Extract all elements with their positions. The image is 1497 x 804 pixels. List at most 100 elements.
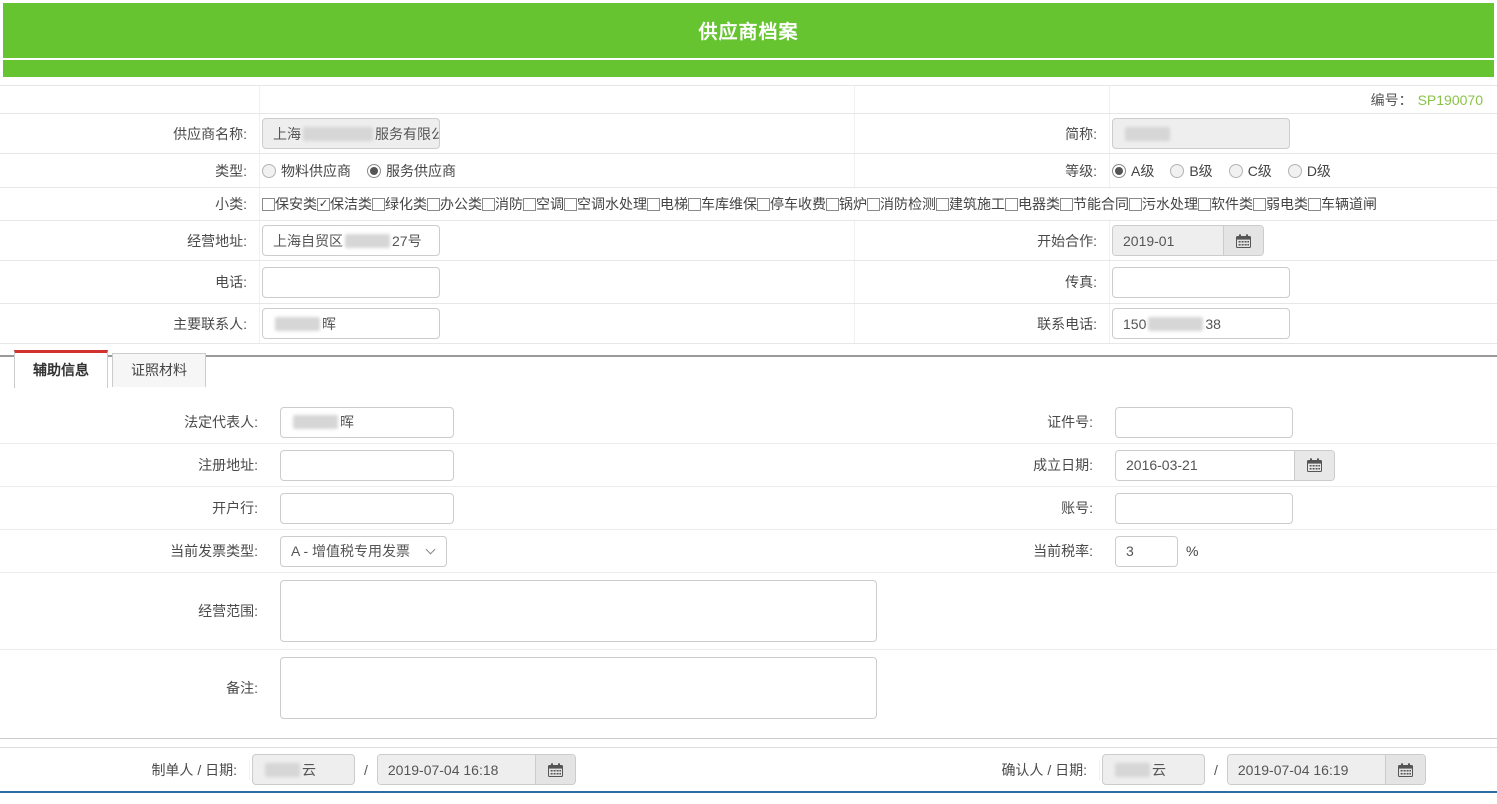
reg-address-input[interactable] xyxy=(280,450,454,481)
checkbox-option[interactable]: 消防检测 xyxy=(867,194,936,214)
invoice-type-select[interactable]: A - 增值税专用发票 xyxy=(280,536,447,567)
checkbox-unchecked-icon[interactable] xyxy=(1308,198,1321,211)
checkbox-option[interactable]: 空调 xyxy=(523,194,564,214)
supplier-name-prefix: 上海 xyxy=(273,124,301,144)
checkbox-unchecked-icon[interactable] xyxy=(523,198,536,211)
business-scope-textarea[interactable] xyxy=(280,580,877,642)
checkbox-option[interactable]: 电梯 xyxy=(647,194,688,214)
checkbox-option[interactable]: 空调水处理 xyxy=(564,194,647,214)
radio-option[interactable]: 物料供应商 xyxy=(262,161,351,181)
radio-option[interactable]: B级 xyxy=(1170,161,1212,181)
tab-strip: 辅助信息 证照材料 xyxy=(0,355,1497,387)
checkbox-option-label: 空调水处理 xyxy=(577,194,647,214)
page-header: 供应商档案 xyxy=(0,0,1497,77)
checkbox-option[interactable]: 停车收费 xyxy=(757,194,826,214)
radio-option[interactable]: 服务供应商 xyxy=(367,161,456,181)
checkbox-unchecked-icon[interactable] xyxy=(757,198,770,211)
checkbox-unchecked-icon[interactable] xyxy=(1253,198,1266,211)
tab-section: 辅助信息 证照材料 法定代表人: 晖 证件号: 注册地址: 成立日期: xyxy=(0,355,1497,739)
radio-option[interactable]: C级 xyxy=(1229,161,1272,181)
chevron-down-icon xyxy=(426,544,436,554)
redacted-text xyxy=(293,415,338,429)
legal-rep-suffix: 晖 xyxy=(340,412,354,432)
tax-rate-input[interactable] xyxy=(1115,536,1178,567)
checkbox-option[interactable]: 电器类 xyxy=(1005,194,1060,214)
checkbox-unchecked-icon[interactable] xyxy=(1129,198,1142,211)
checkbox-option[interactable]: 车库维保 xyxy=(688,194,757,214)
checkbox-option[interactable]: 锅炉 xyxy=(826,194,867,214)
checkbox-option[interactable]: 节能合同 xyxy=(1060,194,1129,214)
checkbox-option[interactable]: 污水处理 xyxy=(1129,194,1198,214)
bank-row: 开户行: 账号: xyxy=(0,487,1497,530)
checkbox-option[interactable]: 弱电类 xyxy=(1253,194,1308,214)
supplier-name-input[interactable]: 上海 服务有限公 xyxy=(262,118,440,149)
checkbox-option[interactable]: 办公类 xyxy=(427,194,482,214)
redacted-text xyxy=(1148,317,1203,331)
invoice-type-value: A - 增值税专用发票 xyxy=(291,541,410,561)
contact-input[interactable]: 晖 xyxy=(262,308,440,339)
supplier-name-label: 供应商名称: xyxy=(0,114,260,153)
radio-option[interactable]: D级 xyxy=(1288,161,1331,181)
radio-unchecked-icon[interactable] xyxy=(262,164,276,178)
calendar-icon[interactable] xyxy=(1385,755,1425,784)
checkbox-unchecked-icon[interactable] xyxy=(1060,198,1073,211)
radio-option[interactable]: A级 xyxy=(1112,161,1154,181)
invoice-type-label: 当前发票类型: xyxy=(0,530,270,572)
coop-start-label: 开始合作: xyxy=(855,221,1110,260)
bank-input[interactable] xyxy=(280,493,454,524)
checkbox-unchecked-icon[interactable] xyxy=(647,198,660,211)
checkbox-unchecked-icon[interactable] xyxy=(482,198,495,211)
checkbox-option[interactable]: 保安类 xyxy=(262,194,317,214)
checkbox-option[interactable]: 建筑施工 xyxy=(936,194,1005,214)
address-input[interactable]: 上海自贸区 27号 xyxy=(262,225,440,256)
calendar-icon[interactable] xyxy=(535,755,575,784)
contact-phone-input[interactable]: 150 38 xyxy=(1112,308,1290,339)
checkbox-unchecked-icon[interactable] xyxy=(1005,198,1018,211)
remark-textarea[interactable] xyxy=(280,657,877,719)
checkbox-option[interactable]: 软件类 xyxy=(1198,194,1253,214)
checkbox-option-label: 空调 xyxy=(536,194,564,214)
phone-input[interactable] xyxy=(262,267,440,298)
radio-checked-icon[interactable] xyxy=(1112,164,1126,178)
cert-no-input[interactable] xyxy=(1115,407,1293,438)
calendar-icon[interactable] xyxy=(1223,226,1263,255)
confirmer-datepicker[interactable]: 2019-07-04 16:19 xyxy=(1227,754,1426,785)
account-input[interactable] xyxy=(1115,493,1293,524)
account-label: 账号: xyxy=(855,487,1105,529)
checkbox-unchecked-icon[interactable] xyxy=(372,198,385,211)
creator-datepicker[interactable]: 2019-07-04 16:18 xyxy=(377,754,576,785)
checkbox-option[interactable]: 消防 xyxy=(482,194,523,214)
checkbox-unchecked-icon[interactable] xyxy=(564,198,577,211)
checkbox-unchecked-icon[interactable] xyxy=(936,198,949,211)
creator-name-input[interactable]: 云 xyxy=(252,754,355,785)
checkbox-unchecked-icon[interactable] xyxy=(262,198,275,211)
checkbox-unchecked-icon[interactable] xyxy=(867,198,880,211)
fax-input[interactable] xyxy=(1112,267,1290,298)
checkbox-option[interactable]: 车辆道闸 xyxy=(1308,194,1377,214)
radio-checked-icon[interactable] xyxy=(367,164,381,178)
radio-unchecked-icon[interactable] xyxy=(1288,164,1302,178)
founded-datepicker[interactable]: 2016-03-21 xyxy=(1115,450,1335,481)
checkbox-option-label: 绿化类 xyxy=(385,194,427,214)
legal-rep-input[interactable]: 晖 xyxy=(280,407,454,438)
checkbox-checked-icon[interactable] xyxy=(317,198,330,211)
checkbox-unchecked-icon[interactable] xyxy=(826,198,839,211)
supplier-archive-page: 供应商档案 编号： SP190070 供应商名称: 上海 服务有限公 简称: xyxy=(0,0,1497,804)
radio-option-label: C级 xyxy=(1248,161,1272,181)
tab-aux-info[interactable]: 辅助信息 xyxy=(14,350,108,388)
redacted-text xyxy=(1115,763,1150,777)
radio-unchecked-icon[interactable] xyxy=(1229,164,1243,178)
tab-license-materials[interactable]: 证照材料 xyxy=(112,353,206,387)
checkbox-option[interactable]: 绿化类 xyxy=(372,194,427,214)
checkbox-option[interactable]: 保洁类 xyxy=(317,194,372,214)
checkbox-unchecked-icon[interactable] xyxy=(688,198,701,211)
checkbox-unchecked-icon[interactable] xyxy=(1198,198,1211,211)
coop-start-datepicker[interactable]: 2019-01 xyxy=(1112,225,1264,256)
founded-label: 成立日期: xyxy=(855,444,1105,486)
calendar-icon[interactable] xyxy=(1294,451,1334,480)
checkbox-unchecked-icon[interactable] xyxy=(427,198,440,211)
short-name-input[interactable] xyxy=(1112,118,1290,149)
legal-rep-row: 法定代表人: 晖 证件号: xyxy=(0,401,1497,444)
radio-unchecked-icon[interactable] xyxy=(1170,164,1184,178)
confirmer-name-input[interactable]: 云 xyxy=(1102,754,1205,785)
